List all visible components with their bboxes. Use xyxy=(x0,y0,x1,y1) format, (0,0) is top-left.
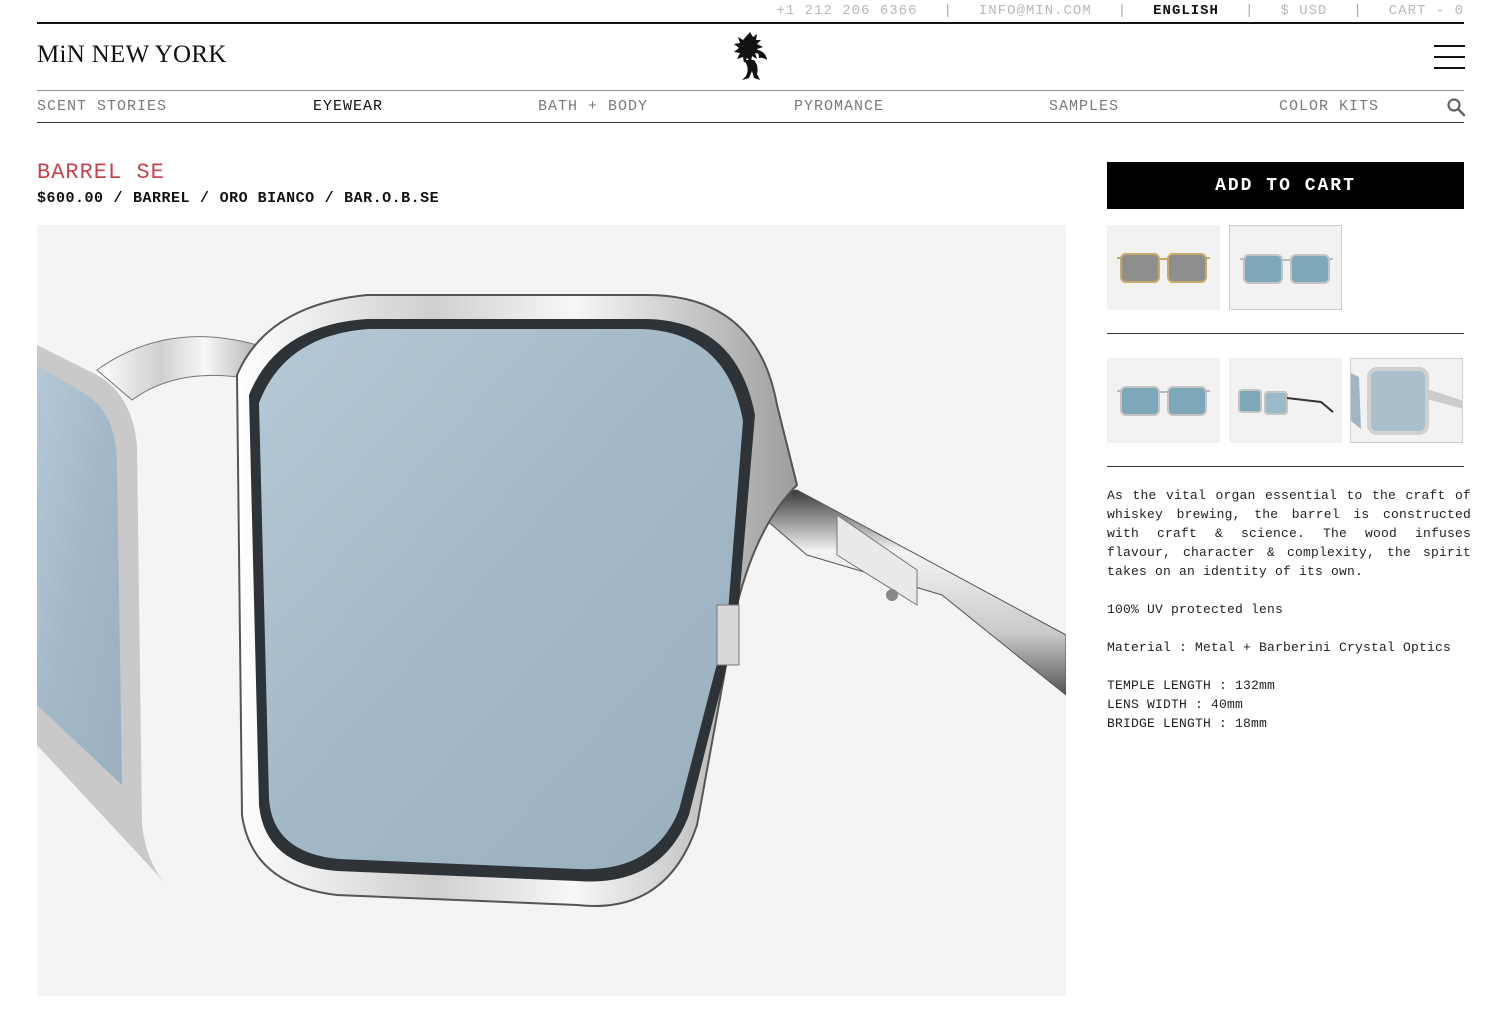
product-meta: $600.00 / BARREL / ORO BIANCO / BAR.O.B.… xyxy=(37,190,439,207)
language-selector[interactable]: ENGLISH xyxy=(1153,3,1219,19)
product-collection: BARREL xyxy=(133,190,191,207)
product-description: As the vital organ essential to the craf… xyxy=(1107,486,1471,733)
lens-width-spec: LENS WIDTH : 40mm xyxy=(1107,697,1244,712)
view-thumbnail-closeup[interactable] xyxy=(1350,358,1463,443)
sunglasses-closeup-image xyxy=(37,294,1066,907)
color-variant-thumbnail[interactable] xyxy=(1229,225,1342,310)
brand-logo[interactable]: MiN NEW YORK xyxy=(37,41,227,69)
nav-item-eyewear[interactable]: EYEWEAR xyxy=(313,98,383,115)
product-story: As the vital organ essential to the craf… xyxy=(1107,488,1471,579)
header-bottom-rule xyxy=(37,90,1464,91)
color-variant-thumbnail[interactable] xyxy=(1107,225,1220,310)
bridge-length-spec: BRIDGE LENGTH : 18mm xyxy=(1107,716,1268,731)
email-link[interactable]: INFO@MIN.COM xyxy=(979,3,1092,19)
description-divider xyxy=(1107,466,1464,467)
meta-separator: / xyxy=(200,190,210,207)
currency-selector[interactable]: $ USD xyxy=(1280,3,1327,19)
meta-separator: / xyxy=(113,190,124,207)
cart-link[interactable]: CART - 0 xyxy=(1389,3,1464,19)
uv-protection-note: 100% UV protected lens xyxy=(1107,602,1284,617)
lion-crest-icon[interactable] xyxy=(728,30,772,82)
nav-bottom-rule xyxy=(37,122,1464,123)
header-top-rule xyxy=(37,22,1464,24)
product-sku: BAR.O.B.SE xyxy=(344,190,440,207)
nav-item-scent-stories[interactable]: SCENT STORIES xyxy=(37,98,167,115)
product-price: $600.00 xyxy=(37,190,104,207)
separator: | xyxy=(1353,3,1363,19)
separator: | xyxy=(1117,3,1128,19)
hamburger-menu-icon[interactable] xyxy=(1434,45,1465,69)
temple-length-spec: TEMPLE LENGTH : 132mm xyxy=(1107,678,1276,693)
search-icon[interactable] xyxy=(1446,97,1466,117)
add-to-cart-button[interactable]: ADD TO CART xyxy=(1107,162,1464,209)
nav-item-color-kits[interactable]: COLOR KITS xyxy=(1279,98,1379,115)
utility-bar: +1 212 206 6366 | INFO@MIN.COM | ENGLISH… xyxy=(776,0,1464,22)
phone-link[interactable]: +1 212 206 6366 xyxy=(776,3,917,19)
product-main-image[interactable] xyxy=(37,225,1066,996)
meta-separator: / xyxy=(324,190,335,207)
separator: | xyxy=(943,3,953,19)
view-thumbnail-front[interactable] xyxy=(1107,358,1220,443)
nav-item-pyromance[interactable]: PYROMANCE xyxy=(794,98,884,115)
product-line: ORO BIANCO xyxy=(219,190,315,207)
separator: | xyxy=(1244,3,1255,19)
nav-item-bath-body[interactable]: BATH + BODY xyxy=(538,98,648,115)
nav-item-samples[interactable]: SAMPLES xyxy=(1049,98,1119,115)
view-thumbnail-side[interactable] xyxy=(1229,358,1342,443)
thumbnail-divider xyxy=(1107,333,1464,334)
material-spec: Material : Metal + Barberini Crystal Opt… xyxy=(1107,640,1452,655)
product-title: BARREL SE xyxy=(37,160,165,185)
